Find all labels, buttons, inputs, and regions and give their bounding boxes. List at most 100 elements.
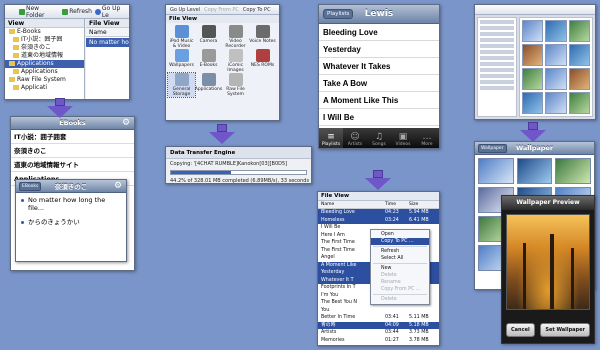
song-row[interactable]: Take A Bow: [319, 75, 439, 92]
context-menu-item[interactable]: New: [371, 265, 429, 272]
cell-size: 5.94 MB: [409, 210, 429, 215]
cell-name: Homeless: [321, 217, 345, 223]
transfer-copying-text: Copying: '[4CHAT RUMBLE]Kanokon[03][B0D5…: [170, 161, 288, 167]
tree-node[interactable]: 奈須きのこ: [5, 44, 84, 52]
song-row[interactable]: Bleeding Love: [319, 24, 439, 41]
list-item[interactable]: No matter how long the file...: [16, 193, 126, 215]
table-row[interactable]: Artists 03:44 3.73 MB: [318, 329, 439, 337]
selected-file[interactable]: No matter ho: [86, 38, 129, 47]
media-category-item[interactable]: E-Books: [195, 49, 222, 73]
wallpaper-nav-bar: Wallpaper Wallpaper: [475, 142, 594, 155]
tree-node[interactable]: Applications: [5, 68, 84, 76]
wallpaper-thumbnail[interactable]: [522, 20, 544, 42]
tree-node[interactable]: Applicati: [5, 84, 84, 92]
wallpaper-thumbnail[interactable]: [568, 68, 590, 90]
back-button[interactable]: EBooks: [19, 182, 42, 191]
refresh-button[interactable]: Refresh: [62, 8, 92, 15]
gear-icon[interactable]: ⚙: [121, 118, 131, 128]
artists-icon: ☺: [350, 132, 360, 142]
context-menu: Open Copy To PC ... Refresh Select All New De…: [370, 229, 430, 305]
wallpaper-thumbnail[interactable]: [522, 92, 544, 114]
time-column-header[interactable]: Time: [385, 201, 409, 208]
tab-playlists[interactable]: ≡ Playlists: [319, 128, 343, 148]
context-menu-item[interactable]: Refresh: [371, 248, 429, 255]
set-wallpaper-button[interactable]: Set Wallpaper: [540, 323, 590, 337]
context-menu-item[interactable]: Open: [371, 231, 429, 238]
context-menu-item: Copy From PC ...: [381, 287, 421, 292]
tab-songs[interactable]: ♫ Songs: [367, 128, 391, 148]
copy-from-pc-button[interactable]: Copy From PC: [204, 7, 239, 13]
ebooks-nav-bar: EBooks ⚙: [11, 117, 134, 130]
ebooks-screen: EBooks ⚙ IT小説：囲子囲套 奈須きのこ 道東の地域情報サイト Appl…: [10, 116, 135, 271]
media-category-item[interactable]: iPod Music & Video: [168, 25, 195, 49]
wallpaper-thumbnail[interactable]: [545, 92, 567, 114]
refresh-icon: [62, 8, 69, 15]
cell-name: Artists: [321, 330, 337, 335]
wallpaper-thumbnail[interactable]: [545, 68, 567, 90]
table-row[interactable]: Bleeding Love 04:23 5.94 MB: [318, 209, 439, 217]
list-item[interactable]: からのきょうかい: [16, 215, 126, 229]
media-category-item[interactable]: Wallpapers: [168, 49, 195, 73]
new-folder-button[interactable]: New Folder: [19, 5, 59, 19]
cancel-button[interactable]: Cancel: [506, 323, 535, 337]
tree-node[interactable]: 道東の地域情報: [5, 52, 84, 60]
wallpaper-thumbnail[interactable]: [522, 44, 544, 66]
list-item[interactable]: IT小説：囲子囲套: [11, 130, 134, 144]
preview-image: [506, 214, 590, 310]
table-row[interactable]: Memories 01:27 3.78 MB: [318, 337, 439, 345]
wallpaper-preview-screen: Wallpaper Preview Cancel Set Wallpaper: [501, 195, 595, 344]
wallpaper-thumbnail[interactable]: [522, 68, 544, 90]
tab-more[interactable]: … More: [415, 128, 439, 148]
category-icon: [201, 25, 216, 38]
wallpaper-thumbnail[interactable]: [555, 158, 591, 184]
context-menu-item[interactable]: Copy To PC ...: [371, 238, 429, 245]
back-button[interactable]: Wallpaper: [478, 144, 507, 153]
tree-node-selected[interactable]: Applications: [5, 60, 84, 68]
go-up-level-button[interactable]: Go Up Level: [170, 7, 200, 13]
wallpaper-thumbnail[interactable]: [478, 158, 514, 184]
media-category-item[interactable]: NES ROMs: [249, 49, 276, 73]
tab-videos[interactable]: ▣ Videos: [391, 128, 415, 148]
list-item[interactable]: 奈須きのこ: [11, 144, 134, 158]
cell-size: 5.18 MB: [409, 322, 429, 328]
gear-icon[interactable]: ⚙: [113, 181, 123, 191]
tree-node[interactable]: Raw File System: [5, 76, 84, 84]
song-row[interactable]: A Moment Like This: [319, 92, 439, 109]
table-row[interactable]: You: [318, 307, 439, 315]
media-category-item[interactable]: Voice Notes: [249, 25, 276, 49]
context-menu-item[interactable]: Select All: [371, 255, 429, 262]
cell-size: 3.78 MB: [409, 337, 429, 343]
view-header: View: [5, 19, 84, 28]
wallpaper-thumbnail[interactable]: [516, 158, 553, 184]
media-category-item[interactable]: Applications: [195, 73, 222, 97]
list-item[interactable]: 道東の地域情報サイト: [11, 158, 134, 172]
wallpaper-thumbnail[interactable]: [568, 92, 590, 114]
wallpaper-thumbnail[interactable]: [545, 20, 567, 42]
category-icon: [174, 49, 189, 62]
wallpaper-thumbnail[interactable]: [568, 44, 590, 66]
size-column-header[interactable]: Size: [409, 201, 418, 208]
copy-to-pc-button[interactable]: Copy To PC: [243, 7, 271, 13]
back-button[interactable]: Playlists: [323, 9, 354, 19]
cell-name: Bleeding Love: [321, 210, 355, 215]
wallpaper-thumbnail[interactable]: [568, 20, 590, 42]
media-category-item[interactable]: General Storage: [167, 72, 196, 98]
tree-node[interactable]: E-Books: [5, 28, 84, 36]
table-row[interactable]: Homeless 03:24 6.41 MB: [318, 216, 439, 224]
media-category-item[interactable]: Camera: [195, 25, 222, 49]
tab-artists[interactable]: ☺ Artists: [343, 128, 367, 148]
song-row[interactable]: Whatever It Takes: [319, 58, 439, 75]
media-category-item[interactable]: Raw File System: [222, 73, 249, 97]
media-category-item[interactable]: Video Recorder: [222, 25, 249, 49]
category-label: iComic Images: [227, 63, 244, 73]
tree-node[interactable]: IT小説：囲子囲: [5, 36, 84, 44]
table-row[interactable]: 青の時 04:09 5.18 MB: [318, 321, 439, 329]
song-row[interactable]: I Will Be: [319, 109, 439, 126]
table-row[interactable]: Better In Time 03:41 5.11 MB: [318, 314, 439, 322]
go-up-button[interactable]: Go Up Le: [94, 5, 129, 19]
wallpaper-thumbnail[interactable]: [545, 44, 567, 66]
name-column-header[interactable]: Name: [318, 201, 385, 208]
song-row[interactable]: Yesterday: [319, 41, 439, 58]
name-column-header[interactable]: Name: [86, 28, 129, 37]
media-category-item[interactable]: iComic Images: [222, 49, 249, 73]
